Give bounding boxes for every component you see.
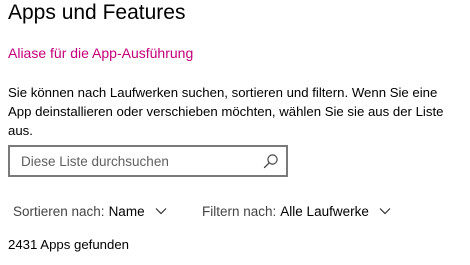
filter-label: Filtern nach: [202,203,277,219]
chevron-down-icon[interactable] [379,207,391,215]
filter-value[interactable]: Alle Laufwerke [280,204,369,219]
description-text: Sie können nach Laufwerken suchen, sorti… [8,85,444,138]
search-input[interactable] [10,147,256,175]
sort-dropdown[interactable]: Sortieren nach: Name [13,201,167,221]
sort-value[interactable]: Name [109,204,145,219]
sort-label: Sortieren nach: [13,203,105,219]
filter-dropdown[interactable]: Filtern nach: Alle Laufwerke [202,201,391,221]
search-icon[interactable] [263,153,279,169]
page-title: Apps und Features [8,1,186,24]
apps-found-count: 2431 Apps gefunden [8,237,129,252]
search-box[interactable] [8,145,288,177]
chevron-down-icon[interactable] [155,207,167,215]
app-execution-aliases-link[interactable]: Aliase für die App-Ausführung [8,44,193,62]
